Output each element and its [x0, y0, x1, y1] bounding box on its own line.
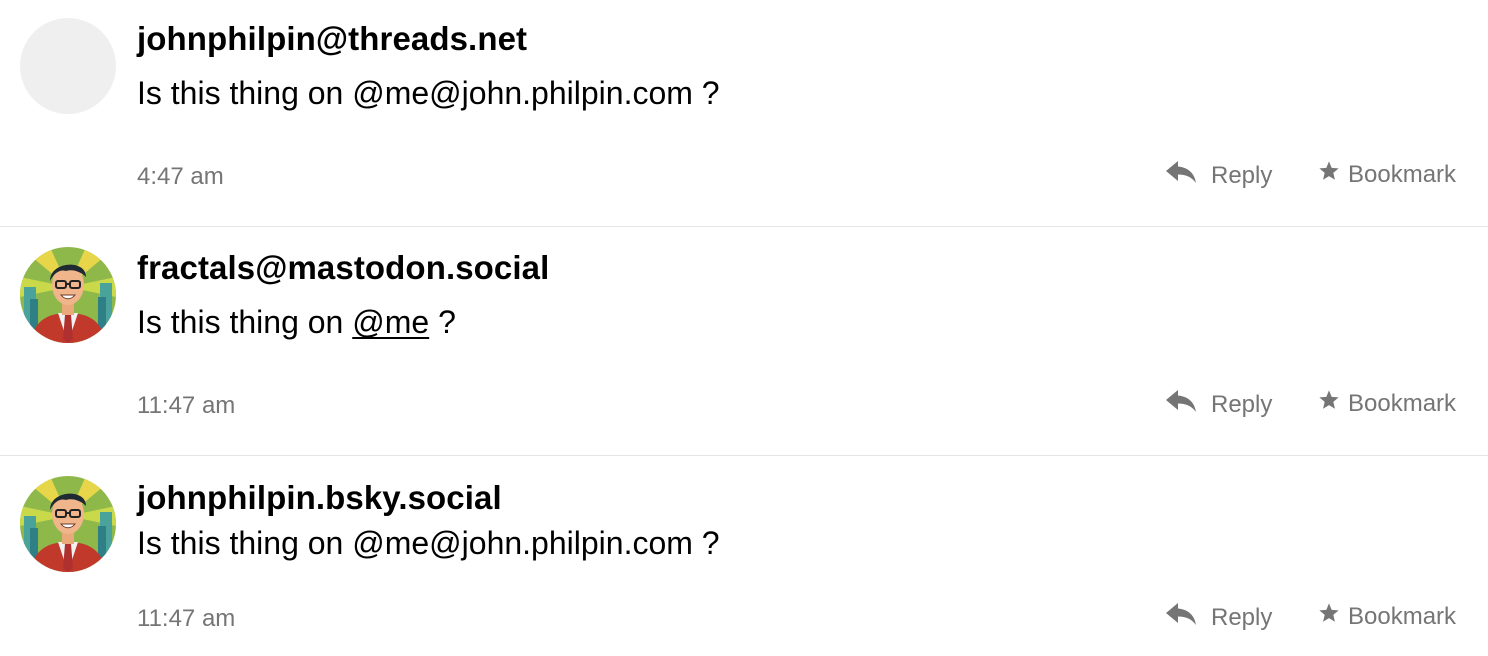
post-timestamp[interactable]: 11:47 am [137, 392, 235, 420]
post-body: Is this thing on @me@john.philpin.com ? [137, 75, 720, 112]
reply-label: Reply [1211, 161, 1273, 189]
post-author-handle[interactable]: fractals@mastodon.social [137, 249, 549, 287]
reply-label: Reply [1211, 390, 1273, 418]
post-item: johnphilpin.bsky.social Is this thing on… [0, 456, 1488, 656]
post-author-handle[interactable]: johnphilpin.bsky.social [137, 479, 502, 517]
post-timestamp[interactable]: 11:47 am [137, 605, 235, 633]
post-item: fractals@mastodon.social Is this thing o… [0, 227, 1488, 456]
reply-arrow-icon [1165, 602, 1197, 633]
post-author-handle[interactable]: johnphilpin@threads.net [137, 20, 527, 58]
post-text: Is this thing on @me@john.philpin.com ? [137, 75, 720, 111]
cartoon-avatar-image [20, 476, 116, 572]
post-timestamp[interactable]: 4:47 am [137, 163, 224, 191]
reply-button[interactable]: Reply [1165, 602, 1272, 633]
post-body: Is this thing on @me ? [137, 304, 456, 341]
bookmark-button[interactable]: Bookmark [1318, 389, 1456, 418]
avatar[interactable] [20, 247, 116, 343]
reply-button[interactable]: Reply [1165, 160, 1272, 191]
bookmark-label: Bookmark [1348, 160, 1457, 188]
mention-link[interactable]: @me [352, 304, 429, 340]
post-text: Is this thing on [137, 304, 353, 340]
star-icon [1318, 602, 1340, 631]
reply-button[interactable]: Reply [1165, 389, 1272, 420]
reply-arrow-icon [1165, 160, 1197, 191]
post-text-after: ? [429, 304, 456, 340]
cartoon-avatar-image [20, 247, 116, 343]
bookmark-button[interactable]: Bookmark [1318, 602, 1456, 631]
star-icon [1318, 389, 1340, 418]
bookmark-label: Bookmark [1348, 389, 1457, 417]
reply-label: Reply [1211, 603, 1273, 631]
post-body: Is this thing on @me@john.philpin.com ? [137, 525, 720, 562]
reply-arrow-icon [1165, 389, 1197, 420]
star-icon [1318, 160, 1340, 189]
bookmark-label: Bookmark [1348, 602, 1457, 630]
post-text: Is this thing on @me@john.philpin.com ? [137, 525, 720, 561]
avatar[interactable] [20, 18, 116, 114]
bookmark-button[interactable]: Bookmark [1318, 160, 1456, 189]
avatar[interactable] [20, 476, 116, 572]
post-item: johnphilpin@threads.net Is this thing on… [0, 0, 1488, 227]
timeline-feed: johnphilpin@threads.net Is this thing on… [0, 0, 1488, 656]
